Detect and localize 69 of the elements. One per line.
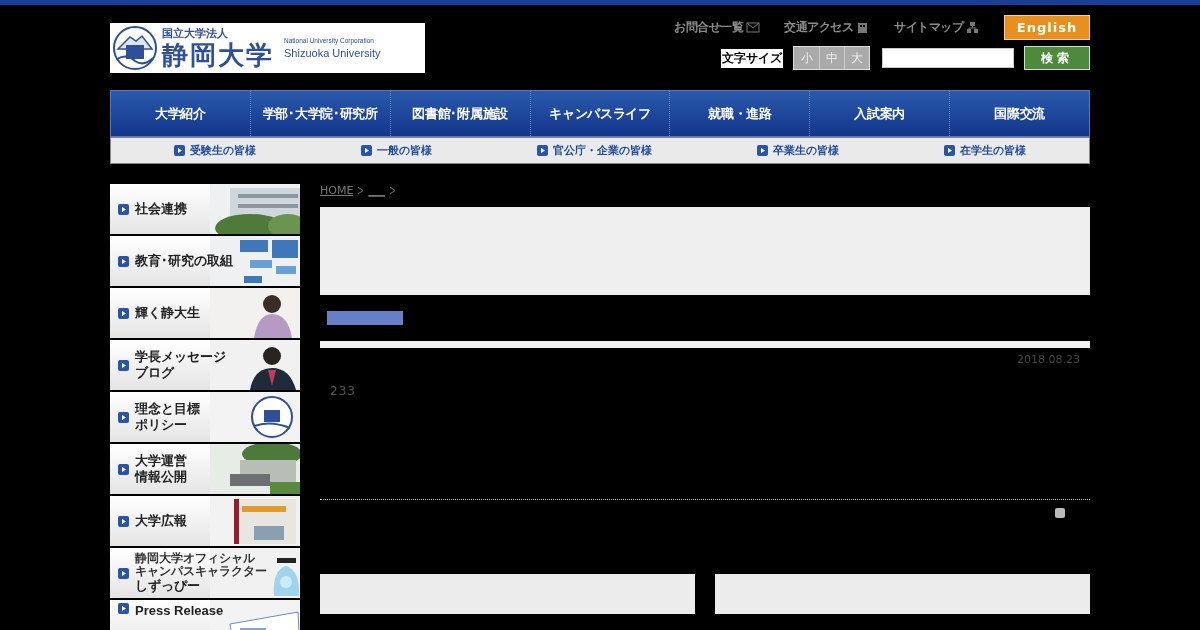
nav-tab[interactable]: 就職・進路	[669, 91, 810, 136]
audience-link[interactable]: 官公庁・企業の皆様	[552, 143, 652, 158]
banner-label: ブログ	[135, 365, 176, 381]
breadcrumb-link[interactable]: HOME	[320, 184, 354, 197]
header-link[interactable]: お問合せ一覧	[674, 19, 760, 36]
banner-label: キャンパスキャラクター	[135, 565, 267, 578]
play-icon	[118, 307, 129, 319]
play-icon	[173, 145, 185, 156]
sidebar-banner[interactable]: 大学運営 情報公開	[110, 444, 300, 494]
audience-link[interactable]: 在学生の皆様	[960, 143, 1027, 158]
breadcrumb-link[interactable]: ___	[368, 184, 385, 197]
play-icon	[118, 515, 129, 527]
nav-tab[interactable]: キャンパスライフ	[529, 91, 670, 136]
banner-label: 情報公開	[135, 469, 187, 485]
sidebar-banner[interactable]: Press Release	[110, 600, 300, 630]
play-icon	[118, 359, 129, 371]
chevron-icon	[388, 186, 396, 195]
play-icon	[536, 145, 548, 156]
mail-icon	[746, 21, 760, 34]
audience-link[interactable]: 一般の皆様	[376, 143, 432, 158]
font-size-label: 文字サイズ	[721, 48, 783, 68]
audience-link[interactable]: 受験生の皆様	[189, 143, 256, 158]
banner-label: 静岡大学オフィシャル	[135, 552, 256, 565]
play-icon	[360, 145, 372, 156]
search-button[interactable]: 検索	[1024, 46, 1090, 70]
banner-label: しずっぴー	[135, 578, 201, 594]
banner-label: 輝く静大生	[135, 305, 200, 321]
chevron-icon	[357, 186, 365, 195]
emblem-icon	[112, 25, 158, 71]
nav-tab[interactable]: 国際交流	[949, 91, 1089, 136]
nav-tab[interactable]: 大学紹介	[111, 91, 250, 136]
nav-tab[interactable]: 学部･大学院･研究所	[249, 91, 390, 136]
play-icon[interactable]	[1055, 508, 1065, 518]
logo-name: 静岡大学	[162, 39, 274, 70]
play-icon	[118, 567, 129, 579]
sidebar-banner[interactable]: 輝く静大生	[110, 288, 300, 338]
search-field[interactable]	[882, 48, 1014, 68]
play-icon	[118, 411, 129, 423]
play-icon	[118, 463, 129, 475]
nav-tab[interactable]: 図書館･附属施設	[389, 91, 530, 136]
sidebar-banner[interactable]: 教育･研究の取組	[110, 236, 300, 286]
sidebar-banner[interactable]: 理念と目標 ポリシー	[110, 392, 300, 442]
play-icon	[118, 203, 129, 215]
banner-label: 社会連携	[135, 201, 187, 217]
building-icon	[856, 21, 870, 34]
sidebar-banner[interactable]: 大学広報	[110, 496, 300, 546]
banner-label: 学長メッセージ	[135, 349, 226, 365]
banner-label: ポリシー	[135, 417, 188, 433]
logo-kicker: 国立大学法人	[162, 26, 229, 40]
banner-label: 教育･研究の取組	[135, 253, 233, 269]
banner-label: 大学運営	[135, 453, 187, 469]
play-icon	[118, 603, 129, 614]
play-icon	[118, 255, 129, 267]
sitemap-icon	[966, 21, 980, 34]
header-link[interactable]: 交通アクセス	[784, 19, 870, 36]
banner-label: 理念と目標	[135, 401, 200, 417]
post-body: 233	[329, 384, 357, 400]
sidebar-banner[interactable]: 静岡大学オフィシャル キャンパスキャラクター しずっぴー	[110, 548, 300, 598]
sidebar-banner[interactable]: 社会連携	[110, 184, 300, 234]
logo-subtitle: Shizuoka University	[284, 46, 381, 60]
header-link[interactable]: サイトマップ	[894, 19, 980, 36]
sidebar-banner[interactable]: 学長メッセージ ブログ	[110, 340, 300, 390]
play-icon	[757, 145, 769, 156]
audience-link[interactable]: 卒業生の皆様	[773, 143, 840, 158]
play-icon	[944, 145, 956, 156]
banner-label: Press Release	[135, 603, 224, 619]
nav-tab[interactable]: 入試案内	[809, 91, 950, 136]
banner-label: 大学広報	[135, 513, 187, 529]
post-date: 2018.08.23	[1016, 353, 1081, 368]
